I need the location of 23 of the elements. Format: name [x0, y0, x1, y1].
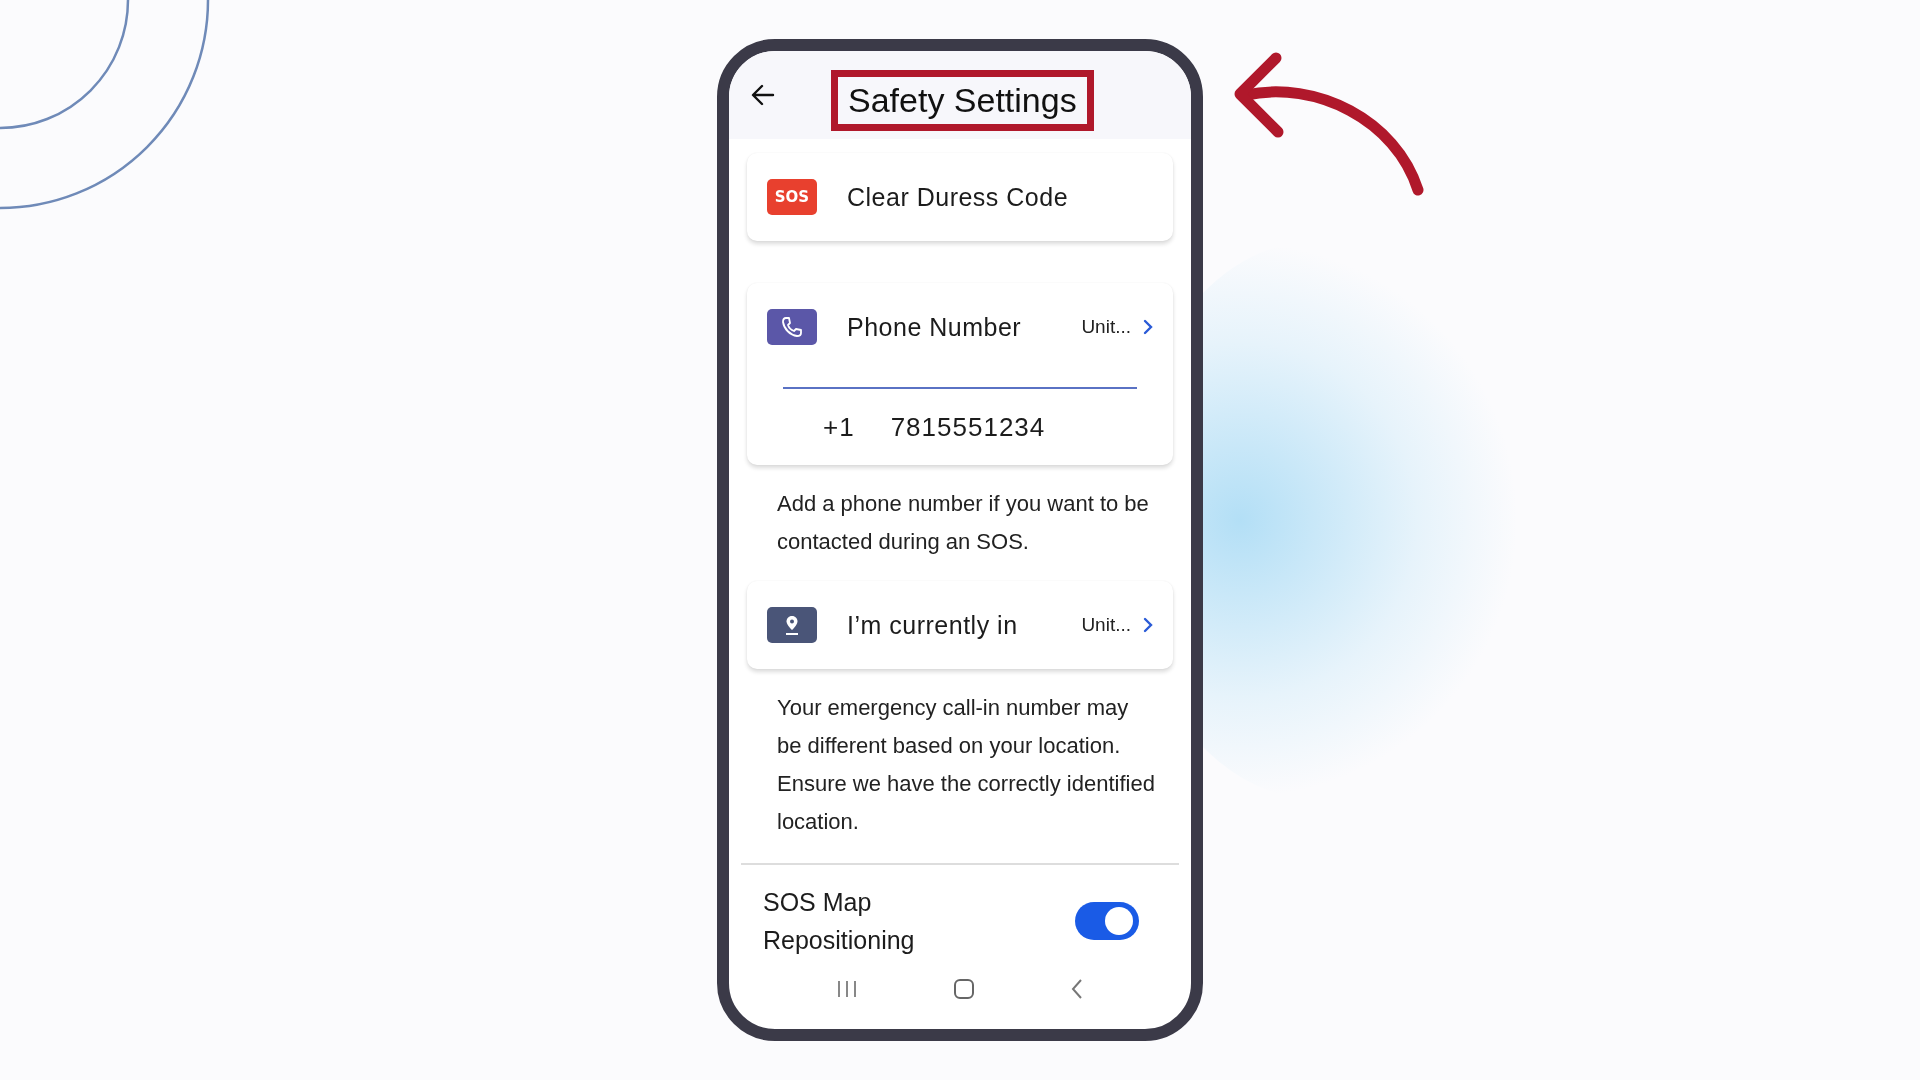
- country-selector[interactable]: Unit...: [1081, 316, 1153, 338]
- duress-label: Clear Duress Code: [847, 182, 1070, 212]
- map-toggle[interactable]: [1075, 902, 1139, 940]
- phone-label: Phone Number: [847, 312, 1023, 342]
- country-code: +1: [823, 411, 855, 443]
- back-chevron-icon: [1069, 978, 1084, 1000]
- location-label: I’m currently in: [847, 610, 1019, 640]
- phone-help-text: Add a phone number if you want to be contacted during an SOS.: [776, 490, 1150, 556]
- home-icon: [953, 978, 975, 1000]
- sos-label: SOS: [774, 188, 810, 206]
- screen-title: Safety Settings: [831, 69, 1094, 131]
- map-toggle-label: SOS Map Repositioning: [763, 887, 916, 956]
- phone-icon: [767, 309, 817, 345]
- phone-input-field[interactable]: +1 7815551234: [767, 389, 1153, 465]
- location-selector[interactable]: Unit...: [1081, 614, 1153, 636]
- chevron-right-icon: [1143, 617, 1153, 633]
- chevron-right-icon: [1143, 319, 1153, 335]
- location-help-text: Your emergency call-in number may be different based on your location. Ensure we have the correctly identified location.: [776, 694, 1156, 836]
- phone-number: 7815551234: [890, 411, 1046, 443]
- recents-icon: [836, 979, 859, 999]
- duress-card[interactable]: SOS Clear Duress Code: [747, 153, 1173, 241]
- back-arrow-icon: [751, 84, 775, 106]
- location-pin-icon: [767, 607, 817, 643]
